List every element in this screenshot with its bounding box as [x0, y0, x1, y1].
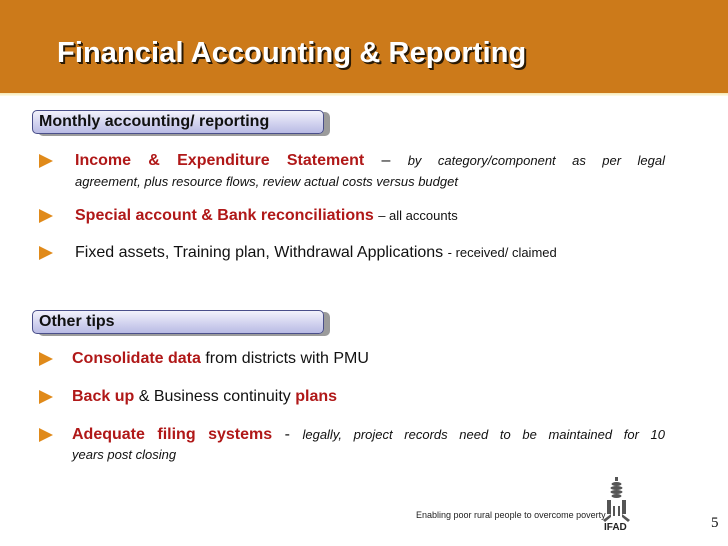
banner-divider — [0, 93, 728, 96]
list-item-filing-systems: Adequate filing systems - legally, proje… — [72, 426, 666, 443]
slide-title: Financial Accounting & Reporting — [57, 37, 527, 69]
list-item-fixed-assets: Fixed assets, Training plan, Withdrawal … — [75, 244, 557, 261]
bullet-arrow-icon — [39, 352, 53, 366]
list-item-back-up: Back up & Business continuity plans — [72, 388, 338, 405]
ifad-logo-text: IFAD — [604, 522, 627, 533]
section-heading-other-tips: Other tips — [32, 310, 324, 334]
section-heading-monthly: Monthly accounting/ reporting — [32, 110, 324, 134]
footer-tagline: Enabling poor rural people to overcome p… — [416, 510, 606, 520]
bullet-arrow-icon — [39, 390, 53, 404]
bullet-arrow-icon — [39, 154, 53, 168]
section-heading-label: Other tips — [39, 313, 115, 330]
section-heading-label: Monthly accounting/ reporting — [39, 113, 270, 130]
list-item-consolidate-data: Consolidate data from districts with PMU — [72, 350, 369, 367]
list-item-filing-systems-cont: years post closing — [72, 447, 177, 462]
page-number: 5 — [711, 515, 719, 531]
bullet-arrow-icon — [39, 428, 53, 442]
list-item-income-expenditure-cont: agreement, plus resource flows, review a… — [75, 174, 458, 189]
list-item-bank-reconciliations: Special account & Bank reconciliations –… — [75, 207, 458, 224]
bullet-arrow-icon — [39, 246, 53, 260]
ifad-wheat-logo-icon — [603, 477, 630, 522]
bullet-arrow-icon — [39, 209, 53, 223]
list-item-income-expenditure: Income & Expenditure Statement – by cate… — [75, 152, 665, 169]
